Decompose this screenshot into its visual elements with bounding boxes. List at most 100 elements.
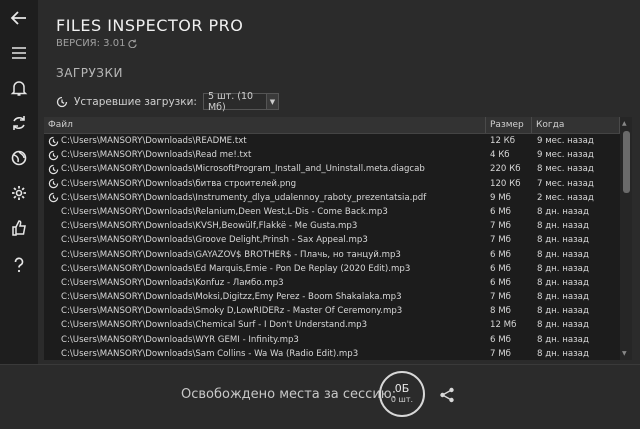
back-arrow-icon: [10, 11, 26, 25]
cell-when: 8 дн. назад: [537, 235, 589, 246]
cell-when: 8 дн. назад: [537, 320, 589, 331]
file-path: C:\Users\MANSORY\Downloads\Smoky D,LowRI…: [61, 306, 403, 317]
sidebar: [0, 0, 38, 364]
cell-when: 8 дн. назад: [537, 277, 589, 288]
freed-space-label: Освобождено места за сессию:: [181, 387, 397, 402]
table-row[interactable]: C:\Users\MANSORY\Downloads\GAYAZOV$ BROT…: [44, 248, 632, 262]
update-check-icon[interactable]: [128, 39, 138, 48]
scroll-down-icon[interactable]: ▼: [622, 350, 627, 357]
cell-size: 9 Мб: [490, 192, 511, 203]
notifications-button[interactable]: [0, 71, 38, 105]
file-path: C:\Users\MANSORY\Downloads\KVSH,Beowülf,…: [61, 221, 358, 232]
file-path: C:\Users\MANSORY\Downloads\Ed Marquis,Em…: [61, 263, 411, 274]
cell-file: C:\Users\MANSORY\Downloads\Relanium,Deen…: [44, 205, 486, 219]
globe-icon: [11, 150, 27, 166]
scrollbar-thumb[interactable]: [623, 131, 630, 193]
cell-file: C:\Users\MANSORY\Downloads\Chemical Surf…: [44, 318, 486, 332]
cell-size: 6 Мб: [490, 334, 511, 345]
cell-file: C:\Users\MANSORY\Downloads\KVSH,Beowülf,…: [44, 219, 486, 233]
section-title: ЗАГРУЗКИ: [56, 66, 123, 80]
cell-size: 6 Мб: [490, 263, 511, 274]
column-size[interactable]: Размер: [486, 117, 532, 133]
cell-when: 8 дн. назад: [537, 206, 589, 217]
table-row[interactable]: C:\Users\MANSORY\Downloads\KVSH,Beowülf,…: [44, 219, 632, 233]
settings-button[interactable]: [0, 176, 38, 210]
table-row[interactable]: C:\Users\MANSORY\Downloads\Sam Collins -…: [44, 347, 632, 360]
table-row[interactable]: C:\Users\MANSORY\Downloads\Relanium,Deen…: [44, 205, 632, 219]
table-row[interactable]: C:\Users\MANSORY\Downloads\MicrosoftProg…: [44, 162, 632, 176]
cell-when: 8 дн. назад: [537, 334, 589, 345]
table-row[interactable]: C:\Users\MANSORY\Downloads\Smoky D,LowRI…: [44, 304, 632, 318]
cell-size: 7 Мб: [490, 235, 511, 246]
outdated-filter: Устаревшие загрузки: 5 шт. (10 Мб) ▼: [56, 91, 279, 113]
outdated-clock-icon: [48, 178, 59, 189]
footer-bar: Освобождено места за сессию: 0Б 0 шт.: [0, 364, 640, 429]
cell-size: 6 Мб: [490, 277, 511, 288]
cell-when: 9 мес. назад: [537, 136, 594, 146]
column-when[interactable]: Когда: [532, 117, 620, 133]
table-header: Файл Размер Когда: [44, 117, 632, 134]
outdated-clock-icon: [48, 136, 59, 146]
file-path: C:\Users\MANSORY\Downloads\MicrosoftProg…: [61, 164, 425, 175]
table-row[interactable]: C:\Users\MANSORY\Downloads\Groove Deligh…: [44, 233, 632, 247]
main-panel: FILES INSPECTOR PRO ВЕРСИЯ: 3.01 ЗАГРУЗК…: [38, 0, 640, 364]
clock-icon: [56, 96, 68, 107]
file-path: C:\Users\MANSORY\Downloads\Chemical Surf…: [61, 320, 368, 331]
cell-size: 7 Мб: [490, 221, 511, 232]
thumbs-up-icon: [12, 220, 26, 236]
cell-when: 8 дн. назад: [537, 249, 589, 260]
file-path: C:\Users\MANSORY\Downloads\Relanium,Deen…: [61, 206, 388, 217]
table-row[interactable]: C:\Users\MANSORY\Downloads\README.txt 12 …: [44, 134, 632, 148]
back-button[interactable]: [0, 1, 38, 35]
help-button[interactable]: [0, 248, 38, 282]
table-body: C:\Users\MANSORY\Downloads\README.txt 12 …: [44, 134, 632, 360]
table-row[interactable]: C:\Users\MANSORY\Downloads\Moksi,Digitzz…: [44, 290, 632, 304]
scroll-up-icon[interactable]: ▲: [622, 120, 627, 127]
bell-icon: [10, 81, 28, 96]
cell-when: 8 дн. назад: [537, 348, 589, 359]
version-label: ВЕРСИЯ: 3.01: [56, 38, 138, 49]
cell-file: C:\Users\MANSORY\Downloads\Read me!.txt: [44, 148, 486, 162]
cell-when: 9 мес. назад: [537, 150, 594, 161]
file-path: C:\Users\MANSORY\Downloads\WYR GEMI - In…: [61, 334, 299, 345]
cell-when: 7 мес. назад: [537, 178, 594, 189]
cell-file: C:\Users\MANSORY\Downloads\Ed Marquis,Em…: [44, 262, 486, 276]
outdated-select[interactable]: 5 шт. (10 Мб): [202, 91, 267, 113]
cell-when: 2 мес. назад: [537, 192, 594, 203]
downloads-table: Файл Размер Когда C:\Users\MANSORY\Downl…: [44, 117, 632, 360]
chevron-down-icon[interactable]: ▼: [266, 93, 279, 110]
cell-file: C:\Users\MANSORY\Downloads\Smoky D,LowRI…: [44, 304, 486, 318]
file-path: C:\Users\MANSORY\Downloads\Konfuz - Ламб…: [61, 277, 284, 288]
menu-button[interactable]: [0, 36, 38, 70]
web-button[interactable]: [0, 141, 38, 175]
cell-size: 4 Кб: [490, 150, 510, 161]
share-icon[interactable]: [438, 386, 456, 404]
table-row[interactable]: C:\Users\MANSORY\Downloads\Read me!.txt 4…: [44, 148, 632, 162]
table-row[interactable]: C:\Users\MANSORY\Downloads\Instrumenty_d…: [44, 191, 632, 205]
cell-size: 7 Мб: [490, 348, 511, 359]
cell-when: 8 дн. назад: [537, 306, 589, 317]
file-path: C:\Users\MANSORY\Downloads\Sam Collins -…: [61, 348, 359, 359]
freed-space-indicator: 0Б 0 шт.: [379, 371, 425, 417]
table-row[interactable]: C:\Users\MANSORY\Downloads\WYR GEMI - In…: [44, 333, 632, 347]
menu-icon: [12, 47, 26, 59]
cell-file: C:\Users\MANSORY\Downloads\README.txt: [44, 134, 486, 148]
table-row[interactable]: C:\Users\MANSORY\Downloads\Konfuz - Ламб…: [44, 276, 632, 290]
app-title: FILES INSPECTOR PRO: [56, 16, 244, 35]
file-path: C:\Users\MANSORY\Downloads\Instrumenty_d…: [61, 192, 427, 203]
refresh-button[interactable]: [0, 106, 38, 140]
table-row[interactable]: C:\Users\MANSORY\Downloads\битва строите…: [44, 177, 632, 191]
table-row[interactable]: C:\Users\MANSORY\Downloads\Chemical Surf…: [44, 318, 632, 332]
cell-size: 6 Мб: [490, 249, 511, 260]
column-file[interactable]: Файл: [44, 117, 486, 133]
cell-file: C:\Users\MANSORY\Downloads\Moksi,Digitzz…: [44, 290, 486, 304]
like-button[interactable]: [0, 211, 38, 245]
freed-space-value: 0Б: [394, 382, 410, 395]
cell-file: C:\Users\MANSORY\Downloads\Instrumenty_d…: [44, 191, 486, 205]
outdated-clock-icon: [48, 150, 59, 160]
version-text: ВЕРСИЯ: 3.01: [56, 38, 126, 49]
cell-when: 8 мес. назад: [537, 164, 594, 175]
table-row[interactable]: C:\Users\MANSORY\Downloads\Ed Marquis,Em…: [44, 262, 632, 276]
vertical-scrollbar[interactable]: ▲ ▼: [620, 117, 632, 360]
file-path: C:\Users\MANSORY\Downloads\битва строите…: [61, 178, 297, 189]
